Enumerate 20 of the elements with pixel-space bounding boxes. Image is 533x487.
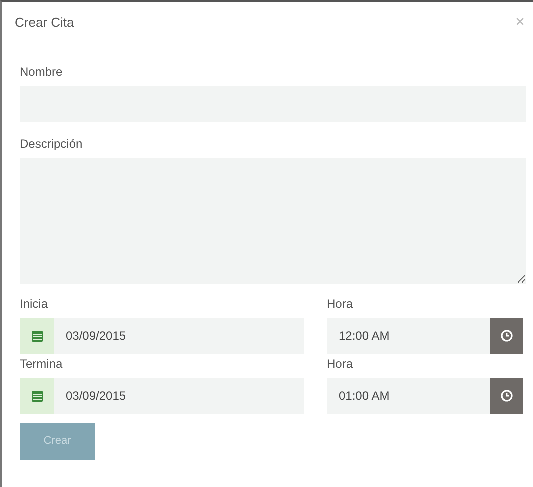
date-label: Termina bbox=[20, 356, 64, 372]
date-label: Inicia bbox=[20, 296, 50, 312]
time-field[interactable]: 12:00 AM bbox=[327, 318, 490, 354]
time-field[interactable]: 01:00 AM bbox=[327, 378, 490, 414]
date-value: 03/09/2015 bbox=[65, 328, 126, 345]
time-picker-button[interactable] bbox=[490, 378, 523, 414]
date-field[interactable]: 03/09/2015 bbox=[20, 318, 304, 354]
dialog-title: Crear Cita bbox=[15, 14, 74, 32]
date-value: 03/09/2015 bbox=[65, 388, 126, 405]
date-field[interactable]: 03/09/2015 bbox=[20, 378, 304, 414]
calendar-icon bbox=[32, 390, 42, 402]
calendar-icon bbox=[32, 330, 42, 342]
time-label: Hora bbox=[327, 356, 354, 372]
clock-icon bbox=[500, 330, 512, 342]
field-label: Descripción bbox=[20, 136, 84, 152]
field-label: Nombre bbox=[20, 64, 64, 80]
time-label: Hora bbox=[327, 296, 354, 312]
clock-icon bbox=[500, 390, 512, 402]
description-field[interactable] bbox=[20, 158, 526, 284]
time-picker-button[interactable] bbox=[490, 318, 523, 354]
